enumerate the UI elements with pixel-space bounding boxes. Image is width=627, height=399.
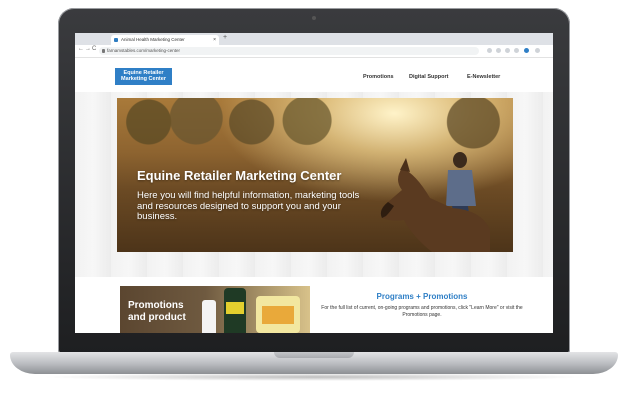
site-logo[interactable]: Equine Retailer Marketing Center	[115, 68, 172, 85]
spray-bottle-image	[202, 300, 216, 333]
extension-icon[interactable]	[496, 48, 501, 53]
laptop-shadow	[40, 373, 588, 381]
promotions-heading: Programs + Promotions	[376, 292, 468, 301]
browser-tab-bar: Animal Health Marketing Center × +	[75, 33, 553, 50]
address-toolbar: ← → C farnamstables.com/marketing-center	[75, 45, 553, 58]
product-bucket-image	[256, 296, 300, 333]
profile-avatar[interactable]	[524, 48, 529, 53]
url-text: farnamstables.com/marketing-center	[107, 48, 181, 53]
favicon-icon	[114, 38, 118, 42]
promotions-image[interactable]: Promotions and product	[120, 286, 310, 333]
hero-title: Equine Retailer Marketing Center	[137, 168, 342, 183]
forward-button[interactable]: →	[85, 46, 91, 52]
product-bottle-image	[224, 288, 246, 333]
web-page: Equine Retailer Marketing Center Promoti…	[75, 58, 553, 333]
nav-e-newsletter[interactable]: E-Newsletter	[467, 74, 500, 80]
logo-line-2: Marketing Center	[121, 76, 166, 82]
reload-button[interactable]: C	[92, 46, 96, 52]
hero-banner: Equine Retailer Marketing Center Here yo…	[117, 98, 513, 252]
promotions-image-line-1: Promotions	[128, 300, 184, 311]
horse-rider-image	[380, 152, 490, 252]
back-button[interactable]: ←	[78, 46, 84, 52]
site-header: Equine Retailer Marketing Center Promoti…	[75, 58, 553, 92]
puzzle-icon[interactable]	[514, 48, 519, 53]
menu-icon[interactable]	[535, 48, 540, 53]
tab-close-icon[interactable]: ×	[213, 35, 216, 45]
laptop-screen: Animal Health Marketing Center × + ← → C…	[75, 33, 553, 333]
promotions-description: For the full list of current, on-going p…	[321, 305, 523, 318]
nav-digital-support[interactable]: Digital Support	[409, 74, 448, 80]
new-tab-button[interactable]: +	[223, 34, 227, 41]
browser-tab[interactable]: Animal Health Marketing Center ×	[111, 35, 219, 45]
promotions-image-text: Promotions and product	[128, 300, 186, 324]
nav-promotions[interactable]: Promotions	[363, 74, 394, 80]
lock-icon	[102, 49, 105, 53]
tab-title: Animal Health Marketing Center	[121, 37, 185, 42]
star-icon[interactable]	[487, 48, 492, 53]
extension-icon[interactable]	[505, 48, 510, 53]
hero-subtitle: Here you will find helpful information, …	[137, 190, 360, 222]
hero-section: Equine Retailer Marketing Center Here yo…	[75, 92, 553, 277]
camera-icon	[312, 16, 316, 20]
laptop-opening-notch	[274, 352, 354, 358]
promotions-image-line-2: and product	[128, 312, 186, 323]
url-input[interactable]: farnamstables.com/marketing-center	[99, 47, 479, 55]
